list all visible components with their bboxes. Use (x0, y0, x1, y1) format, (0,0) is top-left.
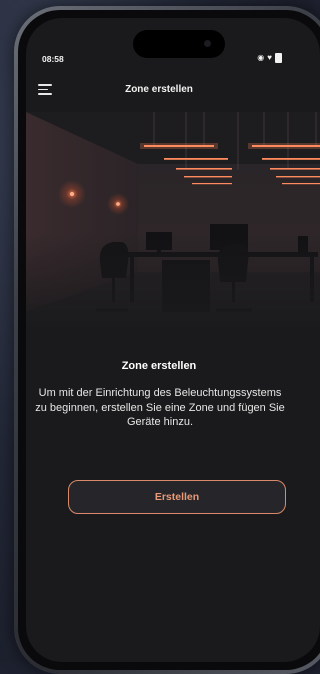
phone-frame: 08:58 ◉ ♥ Zone erstellen Zone erstellen … (14, 6, 320, 674)
eye-icon: ◉ (257, 53, 265, 62)
phone-bezel: 08:58 ◉ ♥ Zone erstellen Zone erstellen … (18, 10, 320, 670)
content-description: Um mit der Einrichtung des Beleuchtungss… (35, 387, 285, 428)
status-icons: ◉ ♥ (257, 53, 282, 63)
create-button[interactable]: Erstellen (68, 480, 286, 514)
dark-office-illustration (26, 112, 320, 332)
content-title: Zone erstellen (121, 360, 197, 372)
battery-icon (275, 53, 282, 63)
header-title: Zone erstellen (125, 84, 193, 95)
status-time: 08:58 (42, 54, 64, 64)
wifi-icon: ♥ (267, 53, 272, 62)
dynamic-island (133, 30, 225, 58)
app-screen: 08:58 ◉ ♥ Zone erstellen Zone erstellen … (26, 18, 320, 662)
camera-icon (204, 40, 211, 47)
